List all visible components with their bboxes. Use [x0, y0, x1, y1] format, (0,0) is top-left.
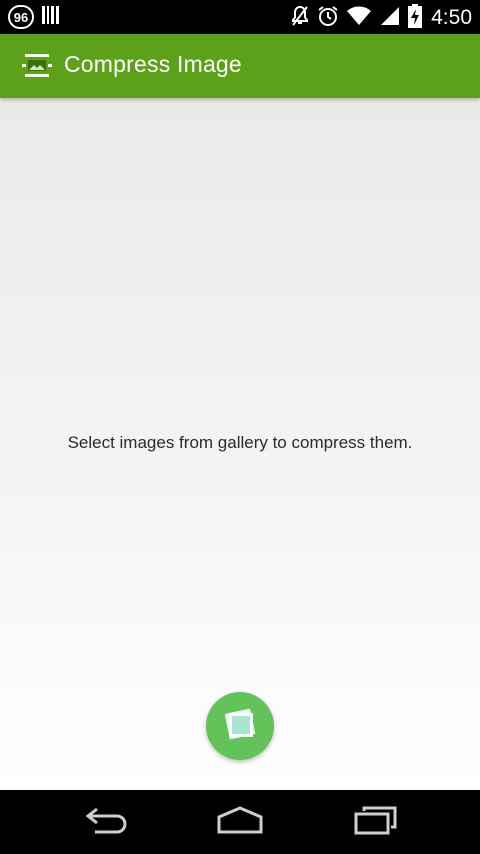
navigation-bar — [0, 790, 480, 854]
app-bar: Compress Image — [0, 34, 480, 98]
notification-badge-icon: 96 — [8, 5, 34, 29]
wifi-icon — [346, 5, 372, 31]
app-title: Compress Image — [64, 51, 242, 77]
image-compress-icon[interactable] — [22, 53, 52, 79]
select-images-button[interactable] — [206, 692, 274, 760]
home-button[interactable] — [210, 804, 270, 840]
recent-apps-button[interactable] — [345, 804, 405, 840]
empty-state-message: Select images from gallery to compress t… — [67, 433, 413, 452]
gallery-photos-icon — [220, 704, 260, 748]
screen: 96 4:50 Compress Image Select images fro… — [0, 0, 480, 854]
back-icon — [83, 805, 131, 839]
home-icon — [214, 805, 266, 839]
back-button[interactable] — [77, 804, 137, 840]
battery-charging-icon — [408, 4, 423, 32]
status-bar: 96 4:50 — [0, 0, 480, 34]
signal-icon — [379, 5, 401, 31]
clock: 4:50 — [431, 6, 472, 29]
main-content: Select images from gallery to compress t… — [0, 98, 480, 790]
barcode-icon — [42, 5, 60, 29]
mute-icon — [290, 5, 310, 31]
alarm-icon — [317, 5, 339, 31]
recent-apps-icon — [351, 805, 399, 839]
